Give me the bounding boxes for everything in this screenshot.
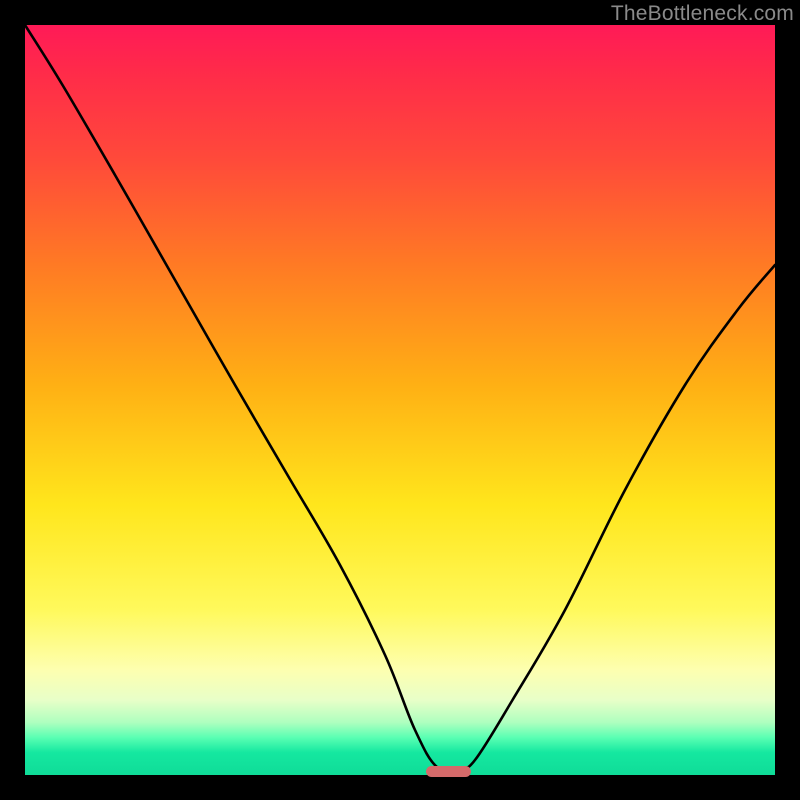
curve-path: [25, 25, 775, 771]
bottleneck-curve: [25, 25, 775, 775]
plot-area: [25, 25, 775, 775]
chart-frame: TheBottleneck.com: [0, 0, 800, 800]
optimal-marker: [426, 766, 471, 777]
watermark-text: TheBottleneck.com: [611, 2, 794, 26]
